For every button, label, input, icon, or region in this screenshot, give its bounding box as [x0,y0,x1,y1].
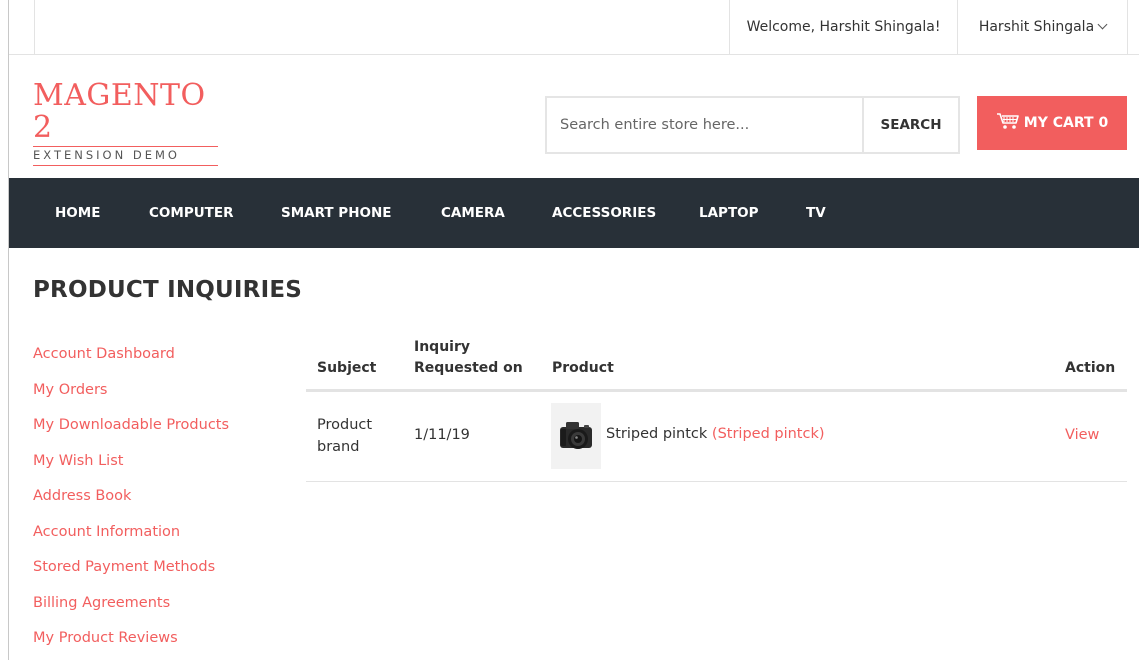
nav-item-home[interactable]: HOME [55,178,100,248]
product-thumbnail[interactable] [551,403,601,469]
column-action: Action [1065,360,1116,376]
product-name: Striped pintck [606,426,708,442]
sidebar-item-account-information[interactable]: Account Information [33,518,293,554]
site-logo[interactable]: MAGENTO 2 EXTENSION DEMO [33,80,218,166]
column-requested-line2: Requested on [414,360,523,376]
divider [34,0,35,55]
sidebar-item-billing-agreements[interactable]: Billing Agreements [33,589,293,625]
camera-thumbnail [560,422,592,449]
nav-item-smart-phone[interactable]: SMART PHONE [281,178,392,248]
page-title: PRODUCT INQUIRIES [33,277,303,303]
sidebar-item-product-reviews[interactable]: My Product Reviews [33,624,293,660]
view-link[interactable]: View [1065,427,1099,443]
nav-item-accessories[interactable]: ACCESSORIES [552,178,656,248]
subject-line1: Product [317,417,373,433]
account-name: Harshit Shingala [978,19,1095,35]
cart-count: 0 [1098,115,1109,131]
page-frame: Welcome, Harshit Shingala! Harshit Shing… [8,0,1139,660]
logo-title: MAGENTO 2 [33,78,206,145]
nav-item-laptop[interactable]: LAPTOP [699,178,759,248]
logo-rule [33,165,218,166]
logo-subtitle: EXTENSION DEMO [33,148,180,162]
main-navigation: HOME COMPUTER SMART PHONE CAMERA ACCESSO… [9,178,1139,248]
sidebar-item-my-orders[interactable]: My Orders [33,376,293,412]
column-requested-on: Inquiry Requested on [414,337,523,379]
cell-product: Striped pintck (Striped pintck) [606,426,825,442]
nav-item-computer[interactable]: COMPUTER [149,178,234,248]
sidebar-item-downloadable-products[interactable]: My Downloadable Products [33,411,293,447]
column-requested-line1: Inquiry [414,339,470,355]
column-subject: Subject [317,360,377,376]
nav-item-camera[interactable]: CAMERA [441,178,505,248]
table-header: Subject Inquiry Requested on Product Act… [306,330,1127,392]
sidebar-item-wish-list[interactable]: My Wish List [33,447,293,483]
sidebar-item-account-dashboard[interactable]: Account Dashboard [33,340,293,376]
mini-cart-button[interactable]: MY CART 0 [977,96,1127,150]
chevron-down-icon [1097,19,1108,30]
cart-label: MY CART [1023,115,1094,131]
nav-item-tv[interactable]: TV [806,178,826,248]
search-input[interactable] [547,98,862,152]
welcome-message: Welcome, Harshit Shingala! [729,0,958,55]
table-row: Product brand 1/11/19 Striped pintck (St… [306,392,1127,482]
cart-icon [996,113,1019,129]
search-button[interactable]: SEARCH [862,98,958,152]
account-dropdown[interactable]: Harshit Shingala [958,0,1128,55]
logo-rule [33,146,218,147]
sidebar-item-address-book[interactable]: Address Book [33,482,293,518]
product-sku-link[interactable]: (Striped pintck) [712,426,825,442]
sidebar-item-stored-payment-methods[interactable]: Stored Payment Methods [33,553,293,589]
cell-date: 1/11/19 [414,427,470,443]
inquiries-table: Subject Inquiry Requested on Product Act… [306,330,1127,482]
subject-line2: brand [317,439,360,455]
column-product: Product [552,360,614,376]
account-sidebar: Account Dashboard My Orders My Downloada… [33,340,293,660]
search-box: SEARCH [545,96,960,154]
cell-subject: Product brand [317,414,372,458]
top-bar: Welcome, Harshit Shingala! Harshit Shing… [9,0,1139,55]
